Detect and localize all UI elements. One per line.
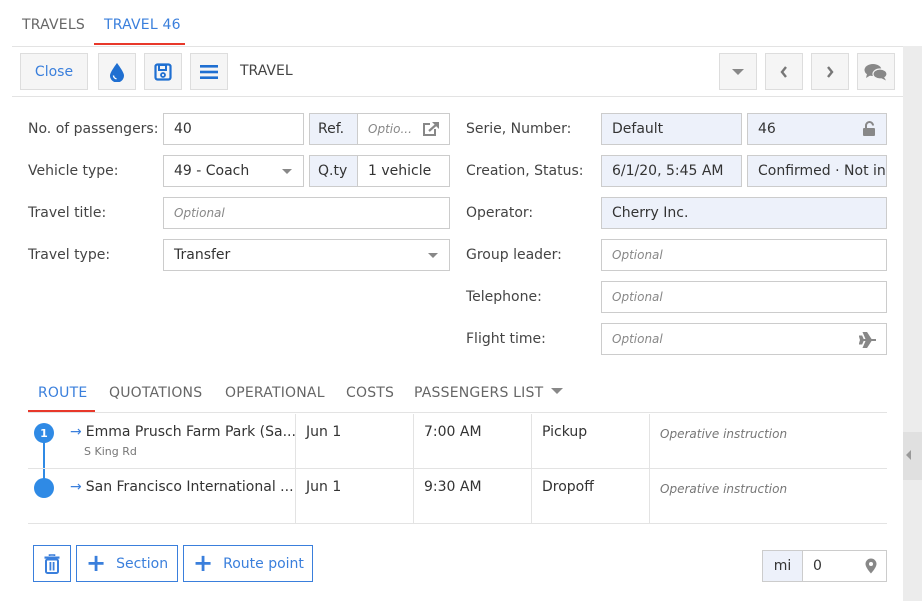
collapse-left-icon	[906, 450, 911, 460]
serie-number-label: Serie, Number:	[466, 121, 572, 137]
top-tab-bar: TRAVELS TRAVEL 46	[12, 0, 903, 47]
route-date[interactable]: Jun 1	[295, 414, 413, 469]
telephone-label: Telephone:	[466, 289, 542, 305]
plus-icon: +	[193, 548, 214, 577]
side-panel-toggle[interactable]	[903, 432, 922, 480]
next-button[interactable]	[811, 53, 849, 90]
unlock-icon[interactable]	[861, 121, 877, 137]
map-marker-icon[interactable]	[865, 558, 877, 574]
save-icon	[154, 62, 172, 81]
unit-addon: mi	[762, 550, 803, 582]
travel-type-label: Travel type:	[28, 247, 111, 263]
chevron-down-icon	[282, 169, 292, 174]
chevron-right-icon	[827, 65, 834, 78]
route-instruction[interactable]: Operative instruction	[649, 414, 887, 469]
tab-operational[interactable]: OPERATIONAL	[225, 385, 325, 401]
airplane-icon[interactable]	[859, 332, 877, 348]
status-field[interactable]: Confirmed · Not in	[747, 155, 887, 187]
add-route-point-button[interactable]: + Route point	[183, 545, 313, 582]
add-section-button[interactable]: + Section	[76, 545, 178, 582]
previous-button[interactable]	[765, 53, 803, 90]
arrow-right-icon: →	[70, 479, 82, 495]
group-leader-input[interactable]: Optional	[601, 239, 887, 271]
route-instruction[interactable]: Operative instruction	[649, 469, 887, 524]
tab-passengers-list[interactable]: PASSENGERS LIST	[414, 385, 564, 401]
plus-icon: +	[86, 548, 107, 577]
toolbar: Close TRAVEL	[12, 47, 903, 97]
route-row[interactable]: → San Francisco International ... Jun 1 9…	[28, 469, 887, 524]
caret-down-icon	[551, 388, 564, 394]
flight-time-input[interactable]: Optional	[601, 323, 887, 355]
route-date[interactable]: Jun 1	[295, 469, 413, 524]
active-section-indicator	[28, 410, 95, 412]
operator-field[interactable]: Cherry Inc.	[601, 197, 887, 229]
qty-addon: Q.ty	[309, 155, 358, 187]
vehicle-type-select[interactable]: 49 - Coach	[163, 155, 304, 187]
menu-button[interactable]	[190, 53, 228, 90]
creation-status-label: Creation, Status:	[466, 163, 584, 179]
color-button[interactable]	[98, 53, 136, 90]
section-tab-bar: ROUTE QUOTATIONS OPERATIONAL COSTS PASSE…	[28, 370, 887, 413]
close-button[interactable]: Close	[20, 53, 88, 90]
side-panel-strip	[903, 46, 922, 601]
route-point-marker: 1	[34, 423, 54, 443]
tab-travel-46[interactable]: TRAVEL 46	[104, 17, 181, 33]
tab-costs[interactable]: COSTS	[346, 385, 394, 401]
travel-title-label: Travel title:	[28, 205, 107, 221]
route-time[interactable]: 7:00 AM	[413, 414, 531, 469]
arrow-right-icon: →	[70, 424, 82, 440]
route-time[interactable]: 9:30 AM	[413, 469, 531, 524]
drop-icon	[110, 62, 124, 82]
route-place[interactable]: → Emma Prusch Farm Park (Sa...	[70, 424, 296, 440]
menu-icon	[200, 64, 218, 79]
route-address: S King Rd	[84, 445, 137, 458]
active-tab-indicator	[94, 43, 185, 45]
external-link-icon[interactable]	[422, 121, 440, 137]
number-field: 46	[747, 113, 887, 145]
distance-input[interactable]: 0	[802, 550, 887, 582]
flight-time-label: Flight time:	[466, 331, 546, 347]
passengers-input[interactable]: 40	[163, 113, 304, 145]
comments-icon	[864, 63, 888, 80]
travel-type-select[interactable]: Transfer	[163, 239, 450, 271]
vehicle-type-label: Vehicle type:	[28, 163, 119, 179]
route-type[interactable]: Pickup	[531, 414, 649, 469]
route-type[interactable]: Dropoff	[531, 469, 649, 524]
caret-down-icon	[732, 68, 744, 75]
travel-title-input[interactable]: Optional	[163, 197, 450, 229]
operator-label: Operator:	[466, 205, 534, 221]
ref-addon: Ref.	[309, 113, 358, 145]
chevron-down-icon	[428, 253, 438, 258]
trash-icon	[44, 553, 60, 574]
route-point-marker	[34, 478, 54, 498]
route-place[interactable]: → San Francisco International ...	[70, 479, 294, 495]
chevron-left-icon	[780, 65, 787, 78]
save-button[interactable]	[144, 53, 182, 90]
telephone-input[interactable]: Optional	[601, 281, 887, 313]
passengers-label: No. of passengers:	[28, 121, 159, 137]
tab-travels[interactable]: TRAVELS	[22, 17, 85, 33]
qty-input[interactable]: 1 vehicle	[357, 155, 450, 187]
tab-route[interactable]: ROUTE	[38, 385, 87, 401]
delete-button[interactable]	[33, 545, 71, 582]
toolbar-title: TRAVEL	[240, 63, 293, 79]
group-leader-label: Group leader:	[466, 247, 562, 263]
creation-field: 6/1/20, 5:45 AM	[601, 155, 742, 187]
route-row[interactable]: → Emma Prusch Farm Park (Sa... S King Rd …	[28, 414, 887, 469]
more-options-button[interactable]	[719, 53, 757, 90]
comments-button[interactable]	[857, 53, 895, 90]
serie-field: Default	[601, 113, 742, 145]
tab-quotations[interactable]: QUOTATIONS	[109, 385, 202, 401]
ref-input[interactable]: Optio...	[357, 113, 450, 145]
